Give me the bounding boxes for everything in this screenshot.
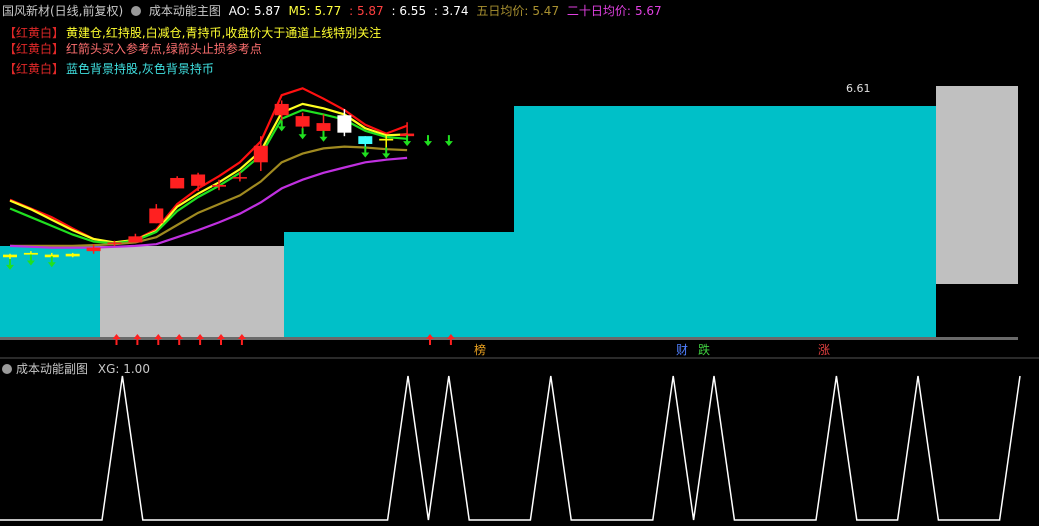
ma5-value: 5.47 [532,4,560,18]
band-0 [0,246,100,340]
value-4: : 6.55 [391,4,427,18]
candle-body [191,174,206,186]
stop-arrow [319,130,328,142]
price-label: 6.61 [846,82,871,95]
candle-body [23,252,38,255]
legend-bracket: 【红黄白】 [4,26,65,40]
candle-body [86,247,101,252]
collapse-icon[interactable] [131,6,142,16]
band-1 [100,246,284,340]
legend-text: 蓝色背景持股,灰色背景持币 [66,62,214,76]
legend-text: 红箭头买入参考点,绿箭头止损参考点 [66,42,262,56]
legend-line-2: 【红黄白】 红箭头买入参考点,绿箭头止损参考点 [4,40,262,57]
legend-line-3: 【红黄白】 蓝色背景持股,灰色背景持币 [4,60,214,77]
marker-label: 涨 [818,342,830,357]
xg-label: XG: [97,362,120,376]
ma-line-ma20 [10,145,408,247]
candle-body [170,177,185,189]
value-3: : 5.87 [349,4,384,18]
stop-arrow [424,135,432,147]
band-3 [514,106,936,340]
marker-label: 跌 [698,342,710,357]
indicator-name: 成本动能主图 [148,4,221,18]
sub-chart [0,357,1039,521]
candle-body [65,253,80,257]
band-2 [284,232,514,340]
collapse-icon[interactable] [2,364,12,374]
m5-label: M5: [288,4,311,18]
band-5 [0,337,1018,340]
candle-body [337,115,352,133]
event-markers: 榜 财跌 涨 [474,342,830,357]
candle-body [274,103,289,116]
candle-body [3,254,17,258]
candle-body [128,236,143,243]
ma20-label: 二十日均价: [566,4,631,18]
xg-line [0,375,1021,521]
main-chart[interactable]: 6.61 榜 财跌 涨 [0,0,1039,526]
band-4 [936,86,1018,284]
candle-body [149,208,164,224]
candle-body [253,145,268,163]
candle-body [232,177,247,179]
stop-arrow [403,135,412,147]
marker-label: 财 [676,343,688,357]
candle-body [316,123,331,131]
legend-line-1: 【红黄白】 黄建仓,红持股,白减仓,青持币,收盘价大于通道上线特别关注 [4,24,381,41]
stop-arrow [298,128,307,140]
sub-title: 成本动能副图 [16,362,89,376]
ao-label: AO: [228,4,250,18]
main-header: 国风新材(日线,前复权) 成本动能主图 AO: 5.87 M5: 5.77 : 5.… [2,2,666,19]
candle-body [107,242,122,244]
candle-body [358,136,373,145]
ma20-value: 5.67 [634,4,662,18]
stock-name[interactable]: 国风新材(日线,前复权) [2,4,123,18]
marker-label: 榜 [474,342,486,357]
ma5-label: 五日均价: [476,4,529,18]
candle-body [379,138,394,141]
ao-value: 5.87 [253,4,281,18]
stop-arrow [444,135,453,147]
candle-body [212,184,226,187]
legend-bracket: 【红黄白】 [4,42,65,56]
sub-header: 成本动能副图 XG: 1.00 [2,360,150,377]
candle-body [295,116,310,127]
legend-text: 黄建仓,红持股,白减仓,青持币,收盘价大于通道上线特别关注 [66,26,382,40]
value-5: : 3.74 [433,4,469,18]
xg-value: 1.00 [123,362,150,376]
m5-value: 5.77 [314,4,342,18]
legend-bracket: 【红黄白】 [4,62,65,76]
